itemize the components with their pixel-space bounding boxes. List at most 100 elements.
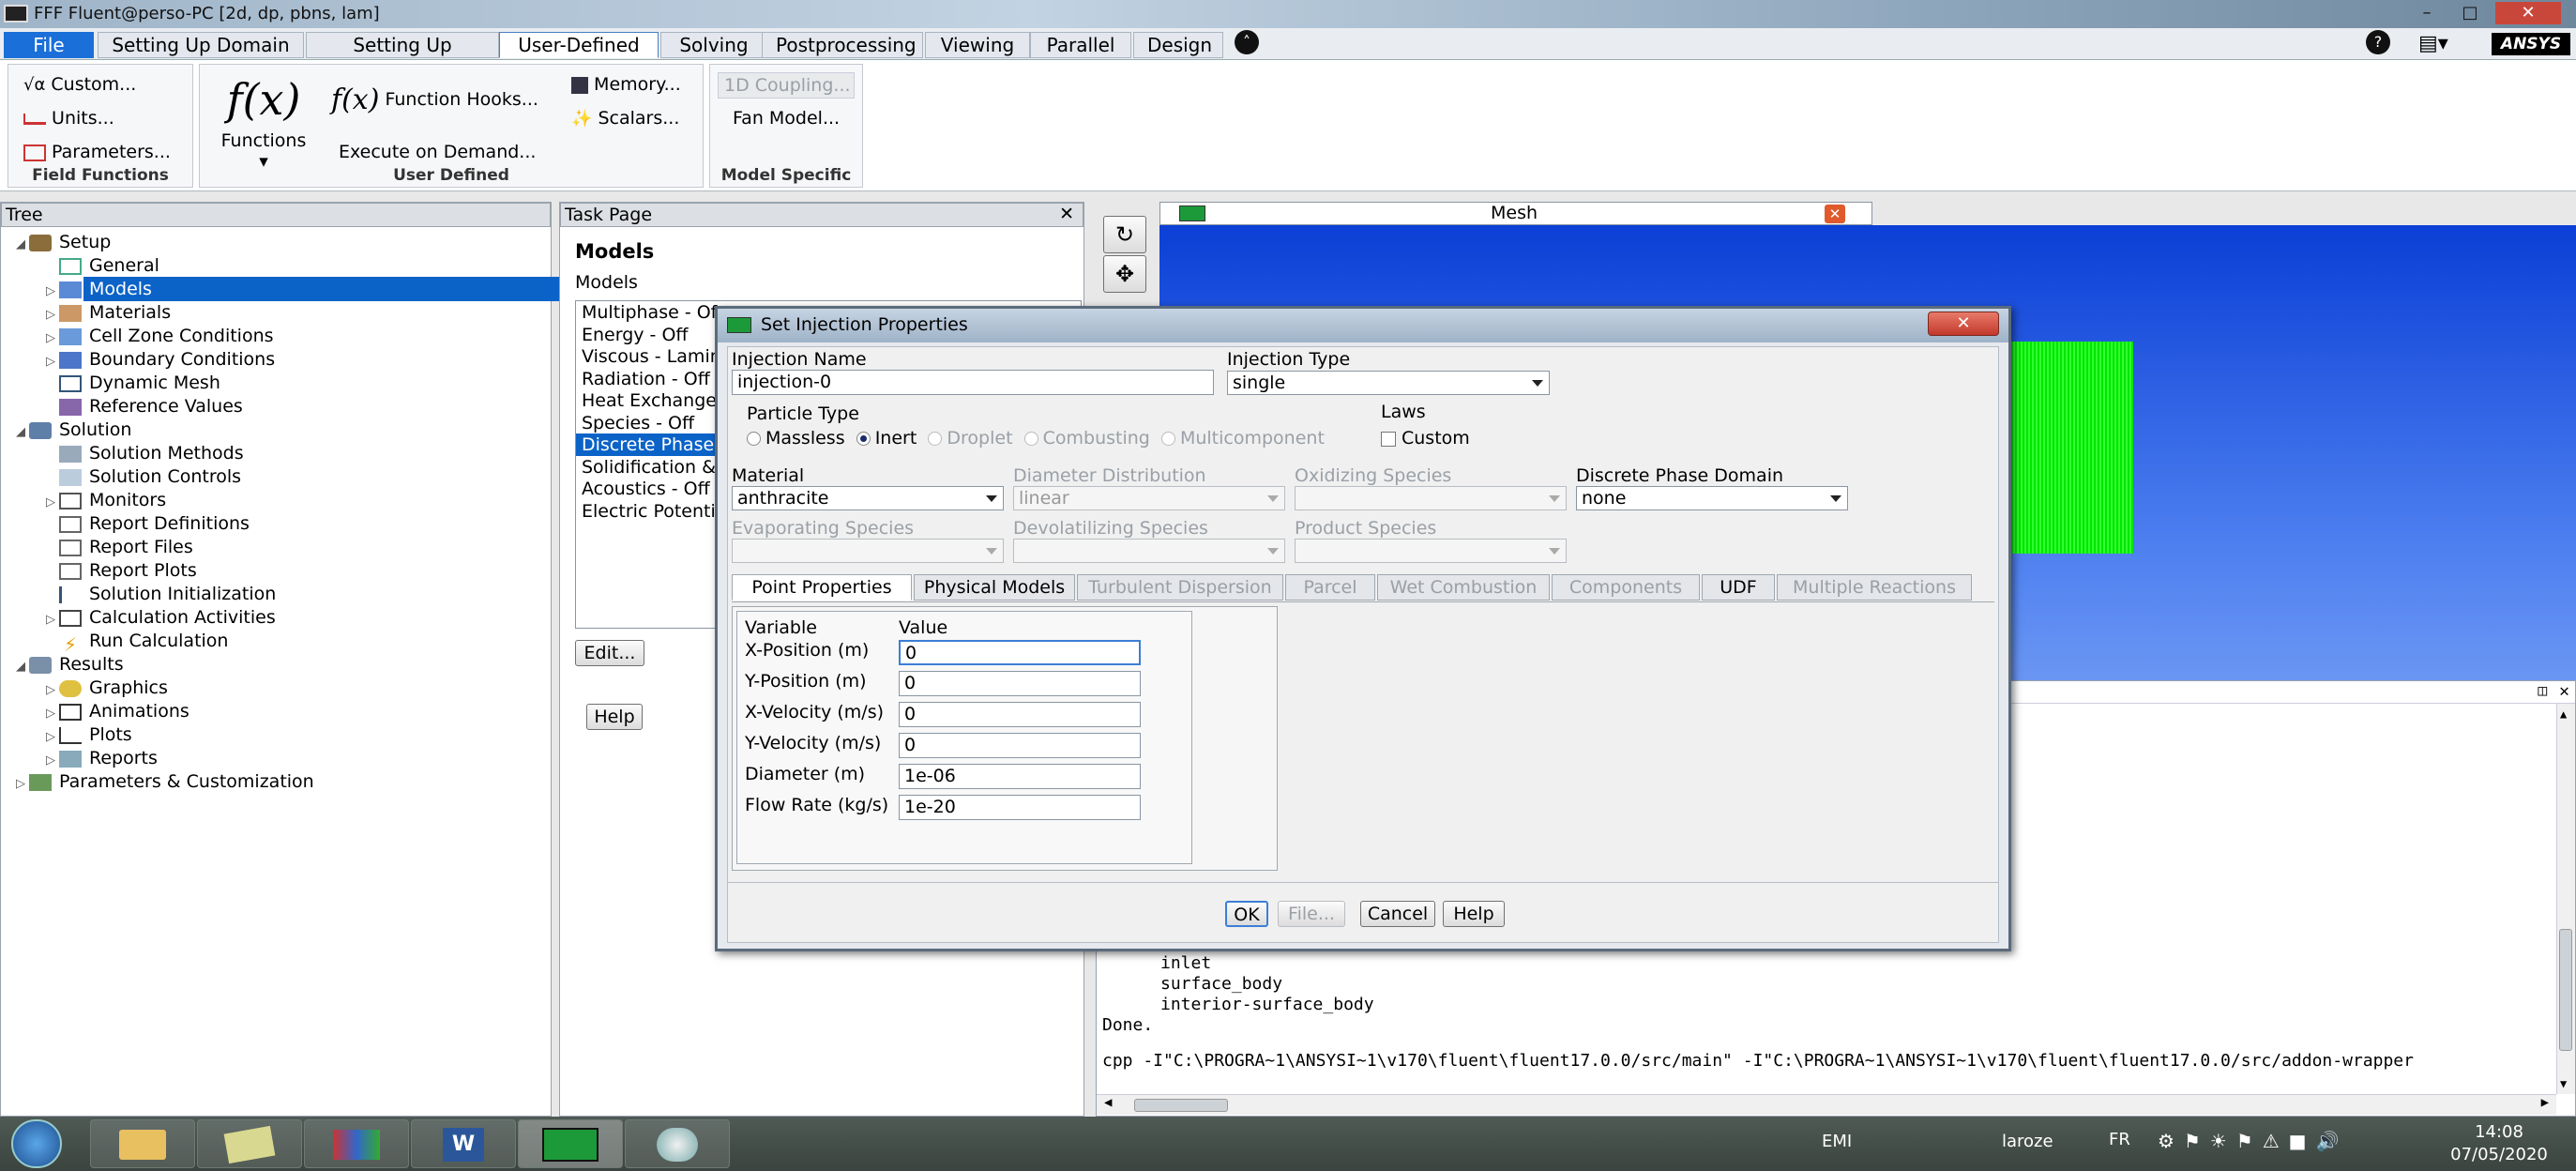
tab-design[interactable]: Design [1133, 32, 1223, 58]
tree-node-models[interactable]: ▷ Models [1, 277, 640, 301]
minimize-icon[interactable]: – [2407, 2, 2447, 24]
close-mesh-tab-icon[interactable]: ✕ [1825, 205, 1845, 223]
radio-massless[interactable]: Massless [747, 428, 845, 449]
tray-date[interactable]: 07/05/2020 [2441, 1145, 2557, 1164]
product-species-select[interactable] [1295, 539, 1567, 563]
y-velocity-input[interactable]: 0 [899, 733, 1141, 758]
tree-node-cell-zone-conditions[interactable]: ▷ Cell Zone Conditions [1, 325, 551, 348]
tab-udf[interactable]: UDF [1702, 574, 1775, 601]
tab-wet-combustion[interactable]: Wet Combustion [1377, 574, 1550, 601]
tree-node-animations[interactable]: ▷ Animations [1, 700, 551, 723]
flow-rate-input[interactable]: 1e-20 [899, 795, 1141, 820]
tab-viewing[interactable]: Viewing [925, 32, 1030, 58]
tab-file[interactable]: File [4, 32, 94, 58]
tab-parallel[interactable]: Parallel [1030, 32, 1131, 58]
close-window-icon[interactable]: ✕ [2495, 2, 2561, 24]
help-icon[interactable]: ? [2366, 30, 2390, 54]
discrete-phase-domain-select[interactable]: none [1576, 486, 1848, 510]
x-position-input[interactable]: 0 [899, 640, 1141, 665]
material-select[interactable]: anthracite [732, 486, 1004, 510]
tree-node-run-calculation[interactable]: ⚡ Run Calculation [1, 630, 551, 656]
console-hscrollbar[interactable]: ◀ ▶ [1097, 1094, 2556, 1115]
memory-button[interactable]: Memory... [571, 74, 681, 95]
dialog-help-button[interactable]: Help [1443, 901, 1505, 927]
close-task-page-icon[interactable]: ✕ [1059, 203, 1074, 225]
radio-combusting[interactable]: Combusting [1023, 428, 1150, 449]
ok-button[interactable]: OK [1225, 901, 1268, 927]
tray-time[interactable]: 14:08 [2452, 1122, 2546, 1142]
restore-console-icon[interactable]: ◫ [2538, 681, 2547, 699]
maximize-icon[interactable]: □ [2450, 2, 2490, 24]
tree-node-results[interactable]: ◢ Results [1, 653, 551, 677]
scroll-left-icon[interactable]: ◀ [1104, 1095, 1112, 1110]
fan-model-button[interactable]: Fan Model... [733, 108, 840, 129]
tray-language-2[interactable]: FR [2109, 1130, 2130, 1149]
taskbar-books-icon[interactable] [304, 1119, 409, 1168]
scalars-button[interactable]: ✨ Scalars... [571, 108, 679, 129]
radio-droplet[interactable]: Droplet [928, 428, 1013, 449]
evaporating-species-select[interactable] [732, 539, 1004, 563]
tree-node-parameters-customization[interactable]: ▷ Parameters & Customization [1, 770, 551, 794]
parameters-button[interactable]: Parameters... [23, 142, 171, 162]
taskbar-explorer-icon[interactable] [90, 1119, 195, 1168]
tab-setting-up-domain[interactable]: Setting Up Domain [98, 32, 304, 58]
y-position-input[interactable]: 0 [899, 671, 1141, 696]
tree-node-report-plots[interactable]: Report Plots [1, 559, 551, 583]
start-button-icon[interactable] [11, 1119, 62, 1168]
tray-language-1[interactable]: EMI [1822, 1132, 1852, 1151]
console-hscroll-thumb[interactable] [1134, 1099, 1228, 1112]
tab-parcel[interactable]: Parcel [1285, 574, 1375, 601]
tree-node-solution-controls[interactable]: Solution Controls [1, 465, 551, 489]
taskbar-fluent-icon[interactable] [518, 1119, 623, 1168]
scroll-up-icon[interactable]: ▲ [2560, 707, 2567, 721]
tab-multiple-reactions[interactable]: Multiple Reactions [1777, 574, 1972, 601]
pan-icon[interactable]: ✥ [1103, 255, 1146, 293]
tab-user-defined[interactable]: User-Defined [499, 32, 659, 58]
1d-coupling-button[interactable]: 1D Coupling... [718, 72, 855, 99]
tree-node-plots[interactable]: ▷ Plots [1, 723, 551, 747]
tree-node-dynamic-mesh[interactable]: Dynamic Mesh [1, 372, 551, 395]
tree-node-boundary-conditions[interactable]: ▷ Boundary Conditions [1, 348, 551, 372]
radio-multicomponent[interactable]: Multicomponent [1160, 428, 1325, 449]
custom-field-function-button[interactable]: √α Custom... [23, 74, 136, 95]
execute-on-demand-button[interactable]: Execute on Demand... [339, 142, 536, 162]
task-help-button[interactable]: Help [586, 704, 643, 730]
custom-checkbox[interactable]: Custom [1381, 428, 1470, 449]
rotate-icon[interactable]: ↻ [1103, 216, 1146, 253]
tab-postprocessing[interactable]: Postprocessing [762, 32, 923, 58]
edit-button[interactable]: Edit... [575, 640, 644, 666]
tree-node-materials[interactable]: ▷ Materials [1, 301, 551, 325]
function-hooks-button[interactable]: f(x) Function Hooks... [331, 84, 538, 116]
tree-node-setup[interactable]: ◢ Setup [1, 231, 551, 254]
tab-turbulent-dispersion[interactable]: Turbulent Dispersion [1077, 574, 1283, 601]
functions-button[interactable]: f(x) Functions ▾ [217, 74, 311, 172]
collapse-ribbon-icon[interactable]: ˄ [1235, 30, 1259, 54]
diameter-input[interactable]: 1e-06 [899, 764, 1141, 789]
tree-node-solution-initialization[interactable]: Solution Initialization [1, 583, 551, 606]
tray-user[interactable]: laroze [2002, 1132, 2053, 1151]
tree-node-solution-methods[interactable]: Solution Methods [1, 442, 551, 465]
taskbar-word-icon[interactable]: W [411, 1119, 516, 1168]
tree-node-reference-values[interactable]: Reference Values [1, 395, 551, 418]
taskbar-paint-icon[interactable] [625, 1119, 730, 1168]
layout-icon[interactable]: ▤▾ [2418, 32, 2448, 55]
oxidizing-species-select[interactable] [1295, 486, 1567, 510]
tray-icons[interactable]: ⚙⚑☀⚑⚠■🔊 [2158, 1130, 2348, 1152]
tree-node-report-definitions[interactable]: Report Definitions [1, 512, 551, 536]
tree-node-general[interactable]: General [1, 254, 551, 278]
diameter-distribution-select[interactable]: linear [1013, 486, 1285, 510]
tree-node-reports[interactable]: ▷ Reports [1, 747, 551, 770]
tree-node-graphics[interactable]: ▷ Graphics [1, 677, 551, 700]
dialog-close-icon[interactable]: ✕ [1928, 312, 1999, 336]
devolatilizing-species-select[interactable] [1013, 539, 1285, 563]
taskbar-files-icon[interactable] [197, 1119, 302, 1168]
tab-solving[interactable]: Solving [660, 32, 767, 58]
mesh-tab[interactable]: Mesh ✕ [1159, 202, 1872, 225]
tree-node-report-files[interactable]: Report Files [1, 536, 551, 559]
console-vscroll-thumb[interactable] [2559, 929, 2572, 1051]
tab-point-properties[interactable]: Point Properties [732, 574, 912, 601]
tree-node-solution[interactable]: ◢ Solution [1, 418, 551, 442]
injection-type-select[interactable]: single [1227, 371, 1550, 395]
console-vscrollbar[interactable]: ▲ ▼ [2556, 704, 2575, 1094]
scroll-down-icon[interactable]: ▼ [2560, 1077, 2567, 1090]
